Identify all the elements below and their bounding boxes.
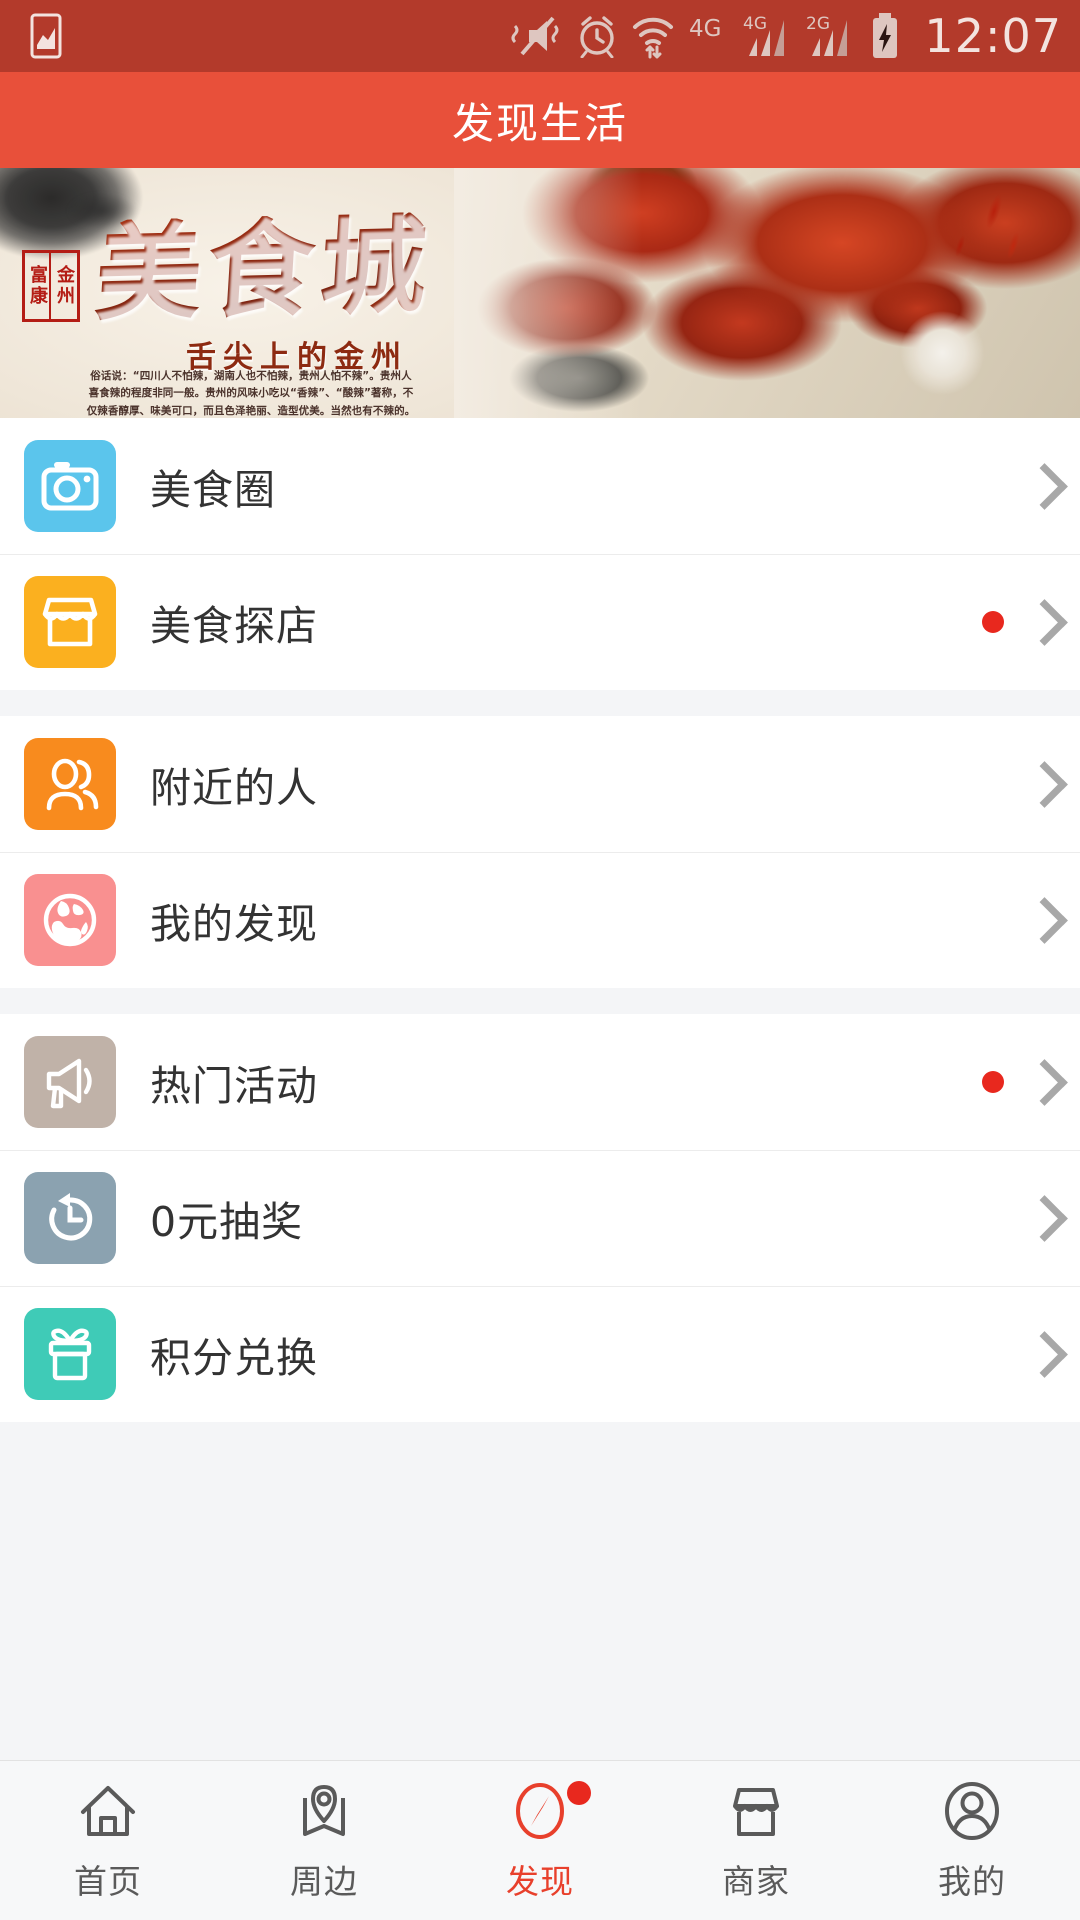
app-screen: 4G 4G 2G 12:07 发现生活 富康 金州 美食城 舌尖上的金州 俗话说… <box>0 0 1080 1920</box>
menu-icon-tile <box>24 576 116 668</box>
wifi-icon <box>633 17 674 59</box>
megaphone-icon <box>46 1058 92 1109</box>
menu-item-label: 积分兑换 <box>150 1334 318 1382</box>
page-title: 发现生活 <box>451 98 628 148</box>
chevron-right-icon <box>1026 1195 1052 1241</box>
menu-group-3: 热门活动 0元抽奖 积分兑换 <box>0 1014 1080 1422</box>
promo-banner[interactable]: 富康 金州 美食城 舌尖上的金州 俗话说：“四川人不怕辣，湖南人也不怕辣，贵州人… <box>0 168 1080 418</box>
chevron-right-icon <box>1026 599 1052 645</box>
tab-badge <box>567 1780 591 1805</box>
menu-item-meishitandian[interactable]: 美食探店 <box>0 554 1080 690</box>
alarm-icon <box>580 16 615 58</box>
tab-merchant[interactable]: 商家 <box>648 1761 864 1920</box>
people-icon <box>46 758 99 811</box>
svg-text:4G: 4G <box>743 14 767 34</box>
menu-icon-tile <box>24 738 116 830</box>
bottom-tab-bar: 首页 周边 发现 商家 我的 <box>0 1760 1080 1920</box>
tab-icon-wrap <box>293 1779 355 1843</box>
chevron-right-icon <box>1026 761 1052 807</box>
tab-label: 商家 <box>722 1861 790 1901</box>
tab-home[interactable]: 首页 <box>0 1761 216 1920</box>
menu-item-label: 附近的人 <box>150 764 318 812</box>
chevron-right-icon <box>1026 463 1052 509</box>
tab-label: 首页 <box>74 1861 142 1901</box>
menu-item-remenhuodong[interactable]: 热门活动 <box>0 1014 1080 1150</box>
menu-item-label: 热门活动 <box>150 1062 318 1110</box>
tab-label: 周边 <box>290 1861 358 1901</box>
menu-item-wodefaxian[interactable]: 我的发现 <box>0 852 1080 988</box>
menu-group-1: 美食圈 美食探店 <box>0 418 1080 690</box>
menu-icon-tile <box>24 440 116 532</box>
status-bar-right: 4G 4G 2G 12:07 <box>509 12 1062 60</box>
tab-icon-wrap <box>511 1779 591 1843</box>
tab-discover[interactable]: 发现 <box>432 1761 648 1920</box>
seal-right-text: 金州 <box>54 265 75 307</box>
menu-item-fujinderen[interactable]: 附近的人 <box>0 716 1080 852</box>
menu-group-2: 附近的人 我的发现 <box>0 716 1080 988</box>
menu-icon-tile <box>24 874 116 966</box>
banner-title: 美食城 <box>91 201 437 336</box>
shop-icon <box>733 1787 779 1836</box>
tab-profile[interactable]: 我的 <box>864 1761 1080 1920</box>
menu-item-label: 美食探店 <box>150 602 318 650</box>
tab-icon-wrap <box>725 1779 787 1843</box>
banner-description: 俗话说：“四川人不怕辣，湖南人也不怕辣，贵州人怕不辣”。贵州人喜食辣的程度非同一… <box>86 370 416 417</box>
seal-stamp-icon: 富康 金州 <box>22 250 80 322</box>
menu-icon-tile <box>24 1172 116 1264</box>
battery-charging-icon <box>873 13 898 58</box>
menu-item-badge <box>982 611 1004 633</box>
history-clock-icon <box>49 1193 93 1241</box>
tab-icon-wrap <box>77 1779 139 1843</box>
svg-text:4G: 4G <box>689 16 721 42</box>
screenshot-icon <box>30 13 62 59</box>
group-separator <box>0 690 1080 716</box>
signal-2g-icon: 2G <box>806 14 848 56</box>
chevron-right-icon <box>1026 1331 1052 1377</box>
status-bar-left <box>30 13 62 59</box>
map-pin-icon <box>303 1784 345 1836</box>
seal-left-text: 富康 <box>25 253 51 319</box>
chevron-right-icon <box>1026 1059 1052 1105</box>
svg-text:2G: 2G <box>806 14 830 34</box>
gift-icon <box>48 1328 92 1381</box>
menu-item-badge <box>982 1071 1004 1093</box>
status-bar: 4G 4G 2G 12:07 <box>0 0 1080 72</box>
status-bar-clock: 12:07 <box>924 9 1062 63</box>
home-icon <box>81 1785 135 1836</box>
menu-item-label: 美食圈 <box>150 466 276 514</box>
globe-icon <box>43 893 97 947</box>
4g-data-icon: 4G <box>689 16 721 42</box>
chevron-right-icon <box>1026 897 1052 943</box>
person-icon <box>945 1781 999 1840</box>
discover-menu-list: 美食圈 美食探店 附近的人 我的发现 热门活动 0元抽奖 积分兑换 <box>0 418 1080 1760</box>
menu-item-jifenduihuan[interactable]: 积分兑换 <box>0 1286 1080 1422</box>
menu-icon-tile <box>24 1308 116 1400</box>
tab-label: 我的 <box>938 1861 1006 1901</box>
app-title-bar: 发现生活 <box>0 72 1080 168</box>
menu-item-label: 我的发现 <box>150 900 318 948</box>
menu-item-meishiquan[interactable]: 美食圈 <box>0 418 1080 554</box>
storefront-icon <box>42 597 98 647</box>
tab-icon-wrap <box>942 1779 1002 1843</box>
menu-item-0yuanchoujiang[interactable]: 0元抽奖 <box>0 1150 1080 1286</box>
menu-item-label: 0元抽奖 <box>150 1198 304 1246</box>
camera-icon <box>41 462 99 511</box>
menu-icon-tile <box>24 1036 116 1128</box>
compass-icon <box>516 1782 564 1839</box>
signal-4g-icon: 4G <box>743 14 785 56</box>
tab-label: 发现 <box>506 1861 574 1901</box>
group-separator <box>0 988 1080 1014</box>
mute-vibrate-icon <box>511 16 559 56</box>
tab-nearby[interactable]: 周边 <box>216 1761 432 1920</box>
